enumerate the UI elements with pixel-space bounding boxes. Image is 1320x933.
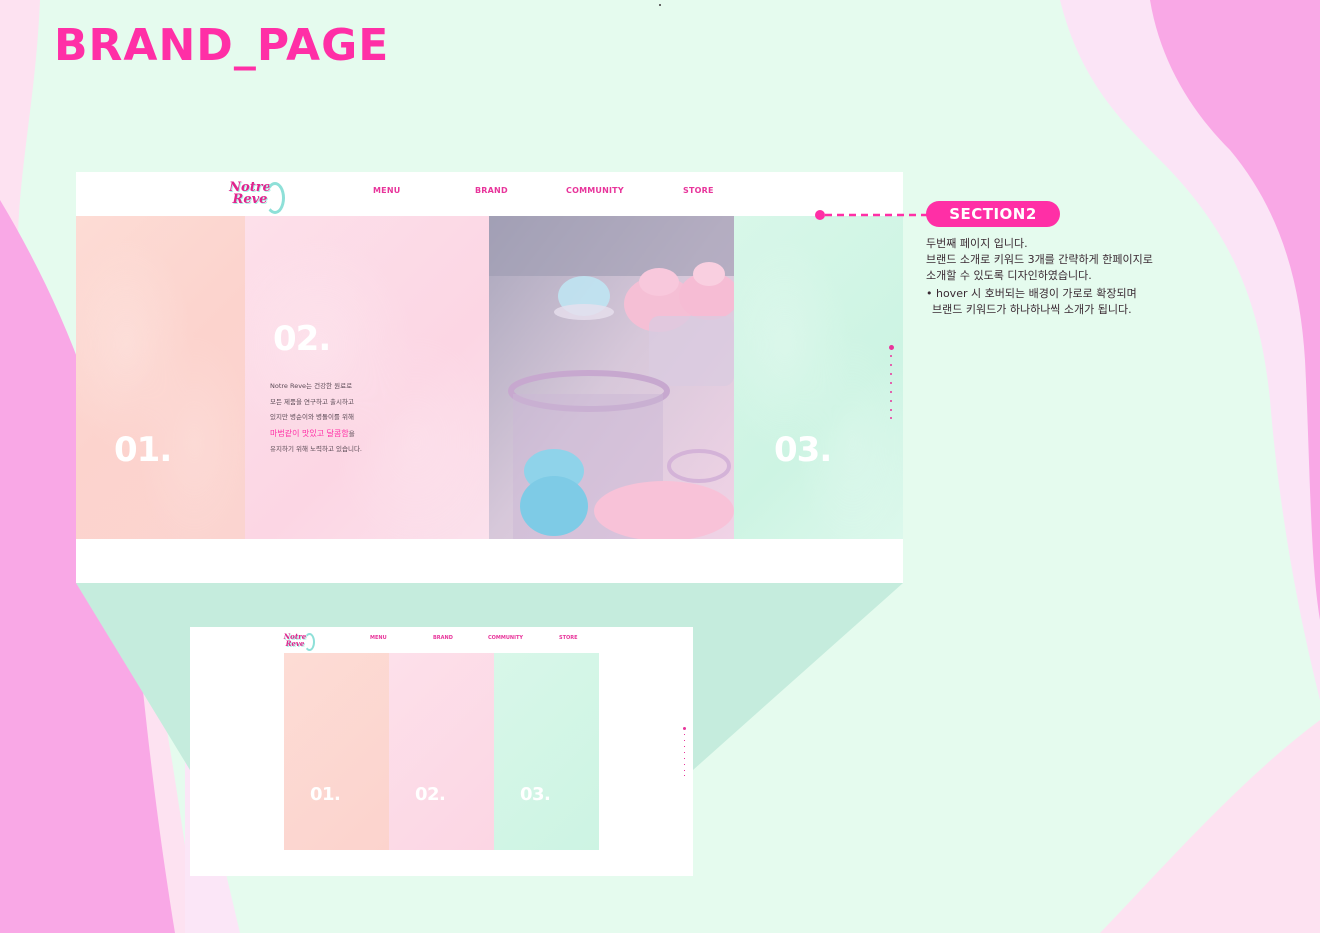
nav-community[interactable]: COMMUNITY bbox=[566, 186, 624, 195]
page-indicator-dot[interactable] bbox=[890, 382, 892, 384]
desc-highlight: 마법같이 맛있고 달콤함 bbox=[270, 428, 349, 438]
note-bullet-continued: 브랜드 키워드가 하나하나씩 소개가 됩니다. bbox=[932, 303, 1132, 316]
keyword-panel-3[interactable]: 03. bbox=[734, 216, 903, 539]
desc-line: 모든 제품을 연구하고 출시하고 bbox=[270, 397, 354, 406]
keyword-panel-3-small[interactable]: 03. bbox=[494, 653, 599, 850]
nav-community-small[interactable]: COMMUNITY bbox=[488, 635, 523, 641]
brand-logo-small[interactable]: Notre Reve bbox=[283, 629, 315, 651]
paper-texture bbox=[76, 216, 245, 539]
decorative-dot bbox=[659, 4, 661, 6]
keyword-panels: 01. 02. Notre Reve는 건강한 원료로 모든 제품을 연구하고 … bbox=[76, 216, 903, 539]
dessert-photo bbox=[489, 216, 734, 539]
note-line: 두번째 페이지 입니다. bbox=[926, 237, 1028, 250]
page-indicator-active[interactable] bbox=[683, 727, 686, 730]
keyword-panel-1-small[interactable]: 01. bbox=[284, 653, 389, 850]
page-indicator-small[interactable] bbox=[683, 727, 688, 777]
page-indicator-dot[interactable] bbox=[684, 740, 685, 741]
site-nav: Notre Reve MENU BRAND COMMUNITY STORE bbox=[76, 172, 903, 216]
nav-store[interactable]: STORE bbox=[683, 186, 714, 195]
desc-line: Notre Reve는 건강한 원료로 bbox=[270, 382, 353, 390]
keyword-description: Notre Reve는 건강한 원료로 모든 제품을 연구하고 출시하고 있지만… bbox=[270, 379, 470, 458]
annotation-note: 두번째 페이지 입니다. 브랜드 소개로 키워드 3개를 간략하게 한페이지로 … bbox=[926, 236, 1226, 318]
default-state-mockup: Notre Reve MENU BRAND COMMUNITY STORE 01… bbox=[190, 627, 693, 876]
desc-line: 유지하기 위해 노력하고 있습니다. bbox=[270, 445, 362, 453]
brand-logo[interactable]: Notre Reve bbox=[229, 176, 285, 214]
page-indicator-dot[interactable] bbox=[684, 734, 685, 735]
page-indicator[interactable] bbox=[889, 345, 895, 421]
note-bullet: • hover 시 호버되는 배경이 가로로 확장되며 bbox=[926, 287, 1137, 300]
page-indicator-dot[interactable] bbox=[890, 400, 892, 402]
keyword-number-1: 01. bbox=[310, 784, 341, 805]
page-indicator-dot[interactable] bbox=[890, 364, 892, 366]
page-indicator-dot[interactable] bbox=[684, 764, 685, 765]
keyword-number-2: 02. bbox=[273, 319, 331, 359]
page-indicator-dot[interactable] bbox=[890, 409, 892, 411]
note-line: 브랜드 소개로 키워드 3개를 간략하게 한페이지로 bbox=[926, 253, 1153, 266]
main-page-mockup: Notre Reve MENU BRAND COMMUNITY STORE 01… bbox=[76, 172, 903, 583]
annotation-connector bbox=[815, 210, 927, 220]
page-indicator-dot[interactable] bbox=[684, 770, 685, 771]
page-indicator-dot[interactable] bbox=[684, 752, 685, 753]
desc-line-highlight: 마법같이 맛있고 달콤함을 bbox=[270, 426, 470, 443]
keyword-panel-2-expanded[interactable]: 02. Notre Reve는 건강한 원료로 모든 제품을 연구하고 출시하고… bbox=[245, 216, 489, 539]
nav-brand[interactable]: BRAND bbox=[475, 186, 508, 195]
nav-menu-small[interactable]: MENU bbox=[370, 635, 387, 641]
page-indicator-dot[interactable] bbox=[684, 775, 685, 776]
paper-texture bbox=[245, 216, 489, 539]
nav-menu[interactable]: MENU bbox=[373, 186, 400, 195]
keyword-number-1: 01. bbox=[114, 430, 172, 470]
keyword-number-3: 03. bbox=[520, 784, 551, 805]
logo-swirl-icon bbox=[265, 182, 285, 214]
page-indicator-dot[interactable] bbox=[890, 391, 892, 393]
page-indicator-dot[interactable] bbox=[684, 746, 685, 747]
desc-highlight-suffix: 을 bbox=[348, 429, 355, 438]
nav-store-small[interactable]: STORE bbox=[559, 635, 578, 641]
keyword-number-3: 03. bbox=[774, 430, 832, 470]
section-badge: SECTION2 bbox=[926, 201, 1060, 227]
paper-texture bbox=[734, 216, 903, 539]
page-indicator-dot[interactable] bbox=[890, 417, 892, 419]
page-indicator-active[interactable] bbox=[889, 345, 894, 350]
page-indicator-dot[interactable] bbox=[890, 355, 892, 357]
keyword-panel-1[interactable]: 01. bbox=[76, 216, 245, 539]
dessert-jars-image bbox=[489, 216, 734, 539]
page-indicator-dot[interactable] bbox=[684, 758, 685, 759]
desc-line: 있지만 병순이와 병돌이를 위해 bbox=[270, 413, 354, 421]
page-title: BRAND_PAGE bbox=[54, 20, 390, 71]
nav-brand-small[interactable]: BRAND bbox=[433, 635, 453, 641]
page-indicator-dot[interactable] bbox=[890, 373, 892, 375]
keyword-number-2: 02. bbox=[415, 784, 446, 805]
note-line: 소개할 수 있도록 디자인하였습니다. bbox=[926, 269, 1092, 282]
logo-swirl-icon bbox=[304, 633, 315, 651]
keyword-panel-2-small[interactable]: 02. bbox=[389, 653, 494, 850]
